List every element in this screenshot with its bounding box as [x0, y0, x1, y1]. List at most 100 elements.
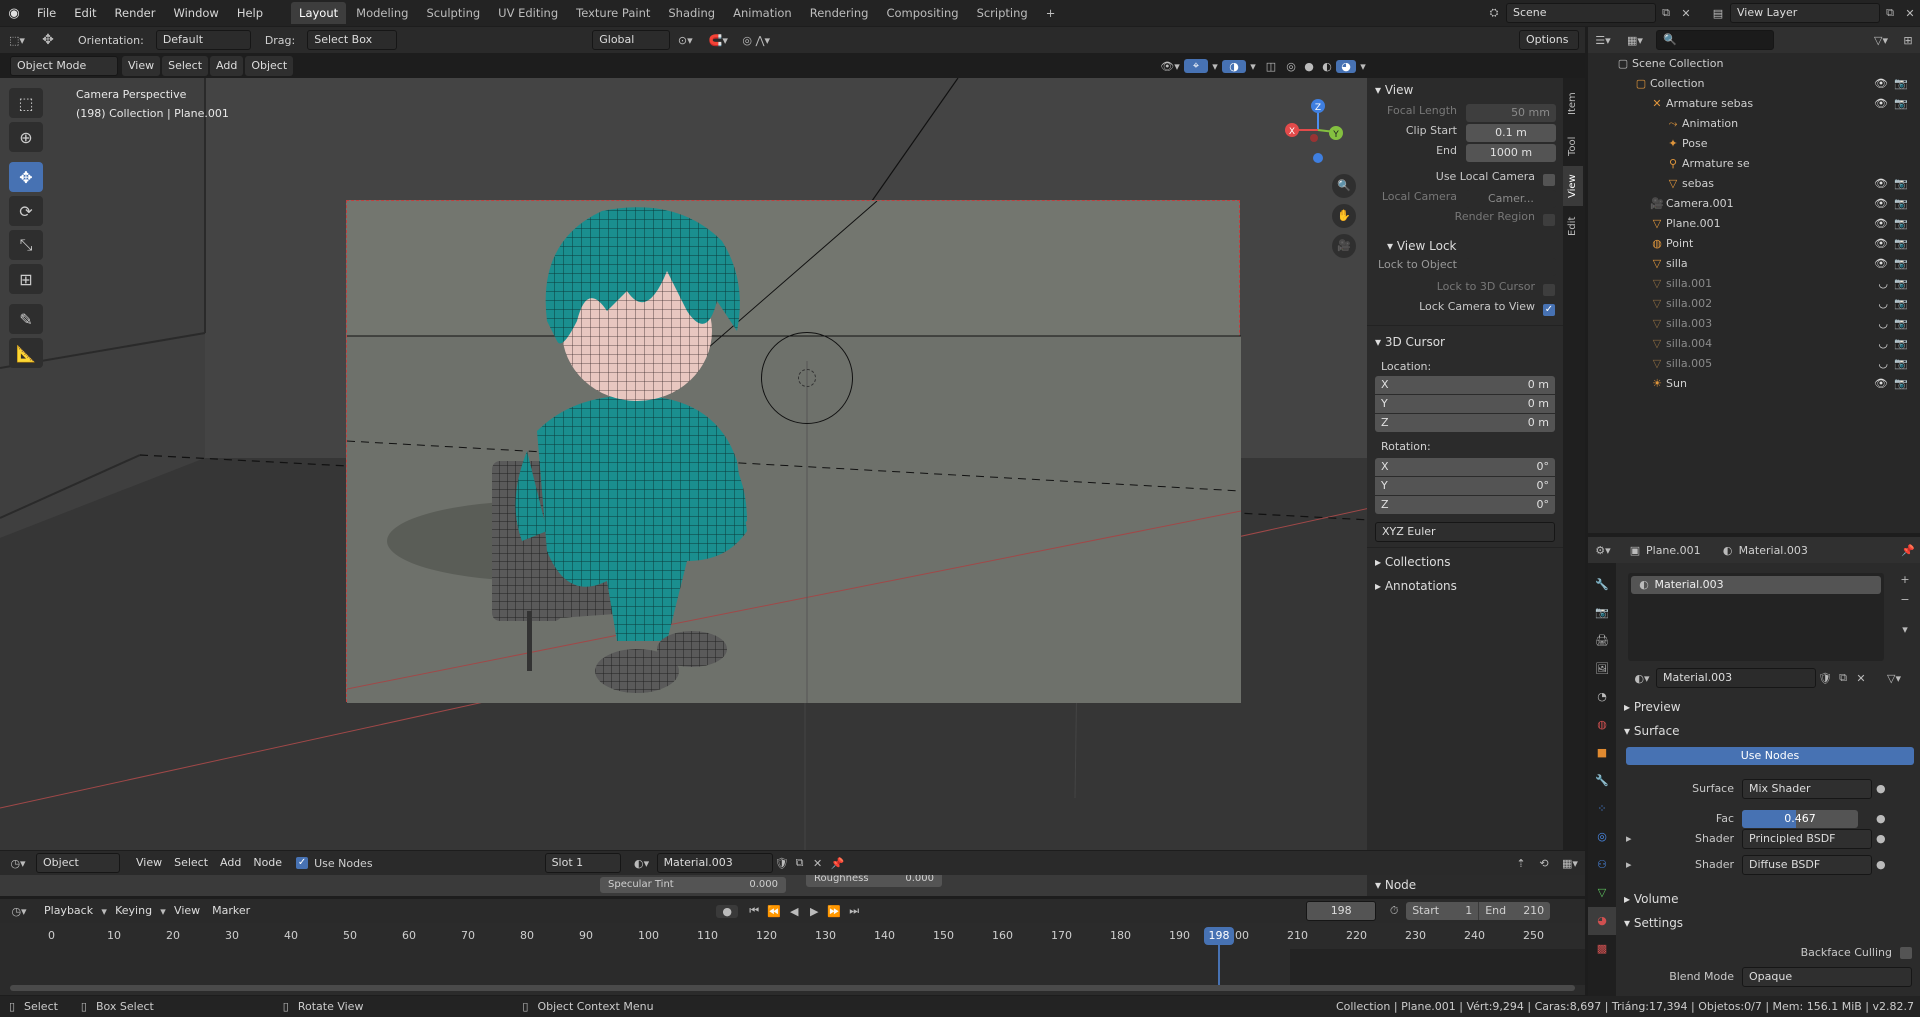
settings-panel-header[interactable]: ▾ Settings: [1624, 911, 1683, 935]
display-mode-icon[interactable]: ▦▾: [1618, 34, 1652, 47]
tab-rendering[interactable]: Rendering: [802, 2, 877, 24]
render-visibility-icon[interactable]: 📷: [1894, 334, 1908, 354]
shader-material-field[interactable]: Material.003: [656, 853, 773, 873]
unlink-material-icon[interactable]: ✕: [1852, 672, 1870, 685]
shader-type-dropdown[interactable]: Object: [36, 853, 120, 873]
visibility-eye-icon[interactable]: 👁: [1874, 94, 1888, 114]
character-model[interactable]: [347, 201, 1241, 703]
browse-material-icon[interactable]: ◐▾: [1628, 672, 1656, 685]
outliner-row[interactable]: ▽ silla.002 ◡ 📷: [1588, 294, 1920, 314]
material-slot-item[interactable]: ◐ Material.003: [1631, 576, 1881, 594]
render-visibility-icon[interactable]: 📷: [1894, 294, 1908, 314]
volume-panel-header[interactable]: ▸ Volume: [1624, 887, 1678, 911]
outliner-row[interactable]: ⤳ Animation: [1588, 114, 1920, 134]
snap-icon[interactable]: 🧲▾: [700, 34, 736, 47]
annotations-panel-header[interactable]: ▸ Annotations: [1367, 574, 1563, 598]
particles-tab-icon[interactable]: ⁘: [1588, 795, 1616, 823]
surface-socket-icon[interactable]: ●: [1876, 779, 1886, 799]
render-visibility-icon[interactable]: 📷: [1894, 234, 1908, 254]
visibility-eye-icon[interactable]: ◡: [1878, 294, 1888, 314]
render-visibility-icon[interactable]: 📷: [1894, 274, 1908, 294]
backdrop-icon[interactable]: ⟲: [1533, 857, 1555, 870]
overlays-dropdown-icon[interactable]: ▾: [1246, 60, 1260, 73]
menu-window[interactable]: Window: [164, 0, 227, 26]
visibility-eye-icon[interactable]: 👁: [1874, 74, 1888, 94]
editor-type-icon[interactable]: ⬚▾: [0, 34, 34, 47]
timeline-scrollbar[interactable]: [10, 985, 1575, 991]
render-visibility-icon[interactable]: 📷: [1894, 374, 1908, 394]
properties-editor-type-icon[interactable]: ⚙▾: [1588, 544, 1618, 557]
outliner-row[interactable]: ▽ silla 👁 📷: [1588, 254, 1920, 274]
material-link-icon[interactable]: ▽▾: [1880, 672, 1908, 685]
outliner-row[interactable]: ✦ Pose: [1588, 134, 1920, 154]
use-local-camera-checkbox[interactable]: [1543, 174, 1555, 186]
options-dropdown[interactable]: Options: [1519, 30, 1579, 50]
timeline-view-menu[interactable]: View: [168, 901, 206, 921]
render-visibility-icon[interactable]: 📷: [1894, 354, 1908, 374]
shading-rendered-icon[interactable]: ◕: [1336, 59, 1356, 73]
remove-slot-icon[interactable]: −: [1896, 593, 1914, 606]
overlays-icon[interactable]: ◑: [1222, 59, 1246, 73]
clip-end-field[interactable]: 1000 m: [1466, 144, 1556, 162]
render-visibility-icon[interactable]: 📷: [1894, 94, 1908, 114]
shading-solid-icon[interactable]: ●: [1300, 60, 1318, 73]
cursor-rotation-x[interactable]: X 0°: [1375, 458, 1555, 476]
render-visibility-icon[interactable]: 📷: [1894, 214, 1908, 234]
gizmo-dropdown-icon[interactable]: ▾: [1208, 60, 1222, 73]
tab-uv-editing[interactable]: UV Editing: [490, 2, 566, 24]
navigation-gizmo[interactable]: Z X Y: [1280, 88, 1360, 168]
shader-unlink-icon[interactable]: ✕: [809, 857, 827, 870]
outliner-row[interactable]: ▽ sebas 👁 📷: [1588, 174, 1920, 194]
lock-camera-to-view-checkbox[interactable]: ✓: [1543, 304, 1555, 316]
snap-node-icon[interactable]: ▦▾: [1555, 857, 1585, 870]
view-layer-field[interactable]: View Layer: [1730, 3, 1880, 23]
shading-wireframe-icon[interactable]: ◎: [1282, 60, 1300, 73]
shader-select-menu[interactable]: Select: [168, 853, 214, 873]
shader1-field[interactable]: Principled BSDF: [1742, 829, 1872, 849]
shader-use-nodes-checkbox[interactable]: ✓: [296, 857, 309, 869]
surface-shader-field[interactable]: Mix Shader: [1742, 779, 1872, 799]
cursor-panel-header[interactable]: ▾ 3D Cursor: [1367, 330, 1563, 354]
shader-add-menu[interactable]: Add: [214, 853, 247, 873]
pivot-icon[interactable]: ⊙▾: [670, 34, 700, 47]
visibility-eye-icon[interactable]: 👁: [1874, 374, 1888, 394]
preview-range-icon[interactable]: ⏱: [1382, 904, 1406, 918]
node-panel-header[interactable]: ▾ Node: [1367, 875, 1585, 896]
texture-tab-icon[interactable]: ▩: [1588, 935, 1616, 963]
timeline-editor-type-icon[interactable]: ◷▾: [0, 905, 38, 918]
move-tool-button-icon[interactable]: ✥: [9, 162, 43, 192]
outliner-row[interactable]: ▽ silla.005 ◡ 📷: [1588, 354, 1920, 374]
select-box-tool-icon[interactable]: ⬚: [9, 88, 43, 118]
pin-icon[interactable]: 📌: [1896, 544, 1920, 557]
render-visibility-icon[interactable]: 📷: [1894, 254, 1908, 274]
menu-edit[interactable]: Edit: [65, 0, 105, 26]
data-tab-icon[interactable]: ▽: [1588, 879, 1616, 907]
outliner-row[interactable]: ✕ Armature sebas 👁 📷: [1588, 94, 1920, 114]
outliner-search-input[interactable]: 🔍: [1656, 30, 1774, 50]
backface-culling-checkbox[interactable]: [1900, 947, 1912, 959]
scene-tab-icon[interactable]: ◔: [1588, 683, 1616, 711]
orientation-dropdown[interactable]: Default: [155, 30, 251, 50]
cursor-rotation-z[interactable]: Z 0°: [1375, 496, 1555, 514]
shader-fake-user-icon[interactable]: 🛡: [773, 857, 791, 870]
shader-node-menu[interactable]: Node: [247, 853, 288, 873]
transform-orientation-dropdown[interactable]: Global: [592, 30, 671, 50]
mode-dropdown[interactable]: Object Mode: [10, 56, 118, 76]
keying-menu[interactable]: Keying: [109, 901, 158, 921]
drag-dropdown[interactable]: Select Box: [307, 30, 398, 50]
visibility-eye-icon[interactable]: ◡: [1878, 314, 1888, 334]
annotate-tool-icon[interactable]: ✎: [9, 304, 43, 334]
shader2-field[interactable]: Diffuse BSDF: [1742, 855, 1872, 875]
focal-length-field[interactable]: 50 mm: [1466, 104, 1556, 122]
object-menu[interactable]: Object: [245, 56, 294, 76]
visibility-eye-icon[interactable]: ◡: [1878, 334, 1888, 354]
pan-icon[interactable]: ✋: [1332, 204, 1356, 228]
new-collection-icon[interactable]: ⊞: [1896, 34, 1920, 47]
cursor-location-z[interactable]: Z 0 m: [1375, 414, 1555, 432]
proportional-edit-icon[interactable]: ◎ ⋀▾: [736, 34, 776, 47]
object-tab-icon[interactable]: ■: [1588, 739, 1616, 767]
parent-node-tree-icon[interactable]: ⇡: [1509, 857, 1533, 870]
tab-layout[interactable]: Layout: [291, 2, 347, 24]
shader2-socket-icon[interactable]: ●: [1876, 855, 1886, 875]
shader-browse-material-icon[interactable]: ◐▾: [627, 857, 657, 870]
